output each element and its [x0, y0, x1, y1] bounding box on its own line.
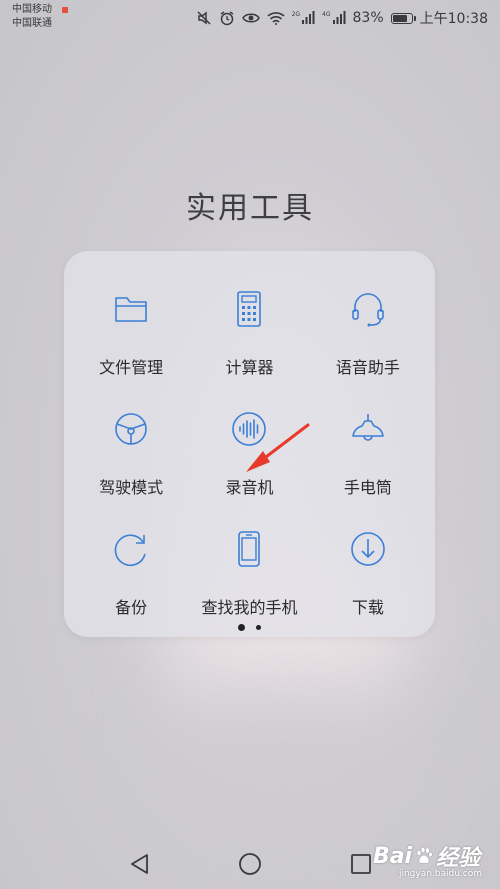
- app-label: 文件管理: [99, 358, 164, 377]
- calculator-icon: [227, 287, 271, 331]
- steering-wheel-icon: [109, 407, 153, 451]
- app-driving-mode[interactable]: 驾驶模式: [72, 407, 190, 527]
- wallpaper-shadow: [170, 690, 400, 810]
- app-voice-recorder[interactable]: 录音机: [190, 407, 308, 527]
- flashlight-lamp-icon: [346, 407, 390, 451]
- alarm-icon: [219, 10, 235, 26]
- home-button[interactable]: [238, 852, 262, 876]
- find-phone-icon: [227, 527, 271, 571]
- app-label: 备份: [115, 598, 148, 617]
- signal-1-icon: [301, 11, 315, 25]
- recents-square-icon: [351, 854, 371, 874]
- app-label: 计算器: [225, 358, 274, 377]
- app-flashlight[interactable]: 手电筒: [309, 407, 427, 527]
- baidu-watermark: Bai 经验 jingyan.baidu.com: [373, 840, 482, 880]
- app-grid: 文件管理 计算器 语音助手 驾驶模式 录音机 手电筒 备份 查找我的手机 下载: [72, 287, 427, 647]
- app-voice-assistant[interactable]: 语音助手: [309, 287, 427, 407]
- signal-2-icon: [332, 11, 346, 25]
- headset-icon: [346, 287, 390, 331]
- folder-icon: [109, 287, 153, 331]
- carrier-2-label: 中国联通: [12, 18, 52, 29]
- carrier-1-label: 中国移动: [12, 4, 52, 15]
- battery-percent: 83%: [352, 10, 384, 26]
- carrier-info: 中国移动 中国联通: [12, 3, 68, 31]
- app-label: 录音机: [225, 478, 274, 497]
- app-label: 下载: [351, 598, 384, 617]
- app-label: 查找我的手机: [201, 598, 298, 617]
- home-circle-icon: [239, 853, 261, 875]
- status-icons: 2G 4G 83% 上午10:38: [196, 8, 488, 28]
- download-icon: [346, 527, 390, 571]
- app-label: 手电筒: [343, 478, 392, 497]
- recents-button[interactable]: [349, 852, 373, 876]
- eye-comfort-icon: [241, 11, 260, 25]
- network-type-2: 4G: [322, 10, 331, 18]
- status-bar: 中国移动 中国联通 2G 4G 83% 上午10:38: [0, 0, 500, 34]
- watermark-url: jingyan.baidu.com: [398, 869, 482, 879]
- page-indicator: [64, 624, 435, 631]
- page-dot: [256, 625, 261, 630]
- wifi-icon: [267, 11, 285, 25]
- app-file-manager[interactable]: 文件管理: [72, 287, 190, 407]
- back-triangle-icon: [131, 854, 148, 874]
- backup-icon: [109, 527, 153, 571]
- folder-title[interactable]: 实用工具: [0, 183, 500, 227]
- page-dot-active: [238, 624, 245, 631]
- battery-icon: [390, 12, 416, 24]
- clock: 上午10:38: [419, 11, 488, 27]
- mute-icon: [196, 10, 212, 26]
- app-label: 驾驶模式: [99, 478, 164, 497]
- voice-recorder-icon: [227, 407, 271, 451]
- app-label: 语音助手: [335, 358, 400, 377]
- paw-icon: [416, 847, 433, 864]
- folder-panel: 文件管理 计算器 语音助手 驾驶模式 录音机 手电筒 备份 查找我的手机 下载: [64, 251, 435, 637]
- notification-badge-icon: [62, 7, 68, 13]
- back-button[interactable]: [128, 852, 152, 876]
- watermark-logo-text-2: 经验: [436, 846, 481, 871]
- network-type-1: 2G: [291, 10, 301, 18]
- watermark-logo: Bai 经验: [373, 840, 482, 872]
- app-calculator[interactable]: 计算器: [190, 287, 308, 407]
- watermark-logo-text: Bai: [372, 843, 413, 869]
